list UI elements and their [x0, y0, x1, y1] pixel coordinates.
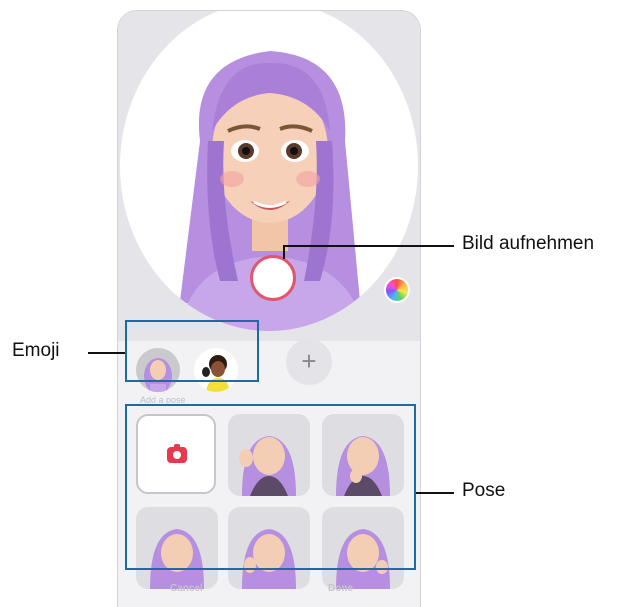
add-emoji-button[interactable]: + [286, 339, 332, 385]
pose-callout-line [416, 492, 454, 494]
camera-preview [118, 11, 420, 341]
pose-highlight-box [125, 404, 416, 570]
capture-callout-tick [283, 245, 285, 259]
capture-button[interactable] [250, 255, 296, 301]
color-palette-icon[interactable] [384, 277, 410, 303]
plus-icon: + [301, 346, 317, 376]
capture-callout-label: Bild aufnehmen [462, 233, 595, 254]
emoji-highlight-box [125, 320, 259, 382]
capture-callout-line [285, 245, 454, 247]
cancel-button[interactable]: Cancel [170, 583, 203, 594]
pose-callout-label: Pose [462, 480, 506, 501]
emoji-callout-line [88, 352, 125, 354]
bottom-action-bar: Cancel Done [118, 577, 420, 607]
done-button[interactable]: Done [328, 583, 353, 594]
emoji-callout-label: Emoji [12, 340, 60, 361]
